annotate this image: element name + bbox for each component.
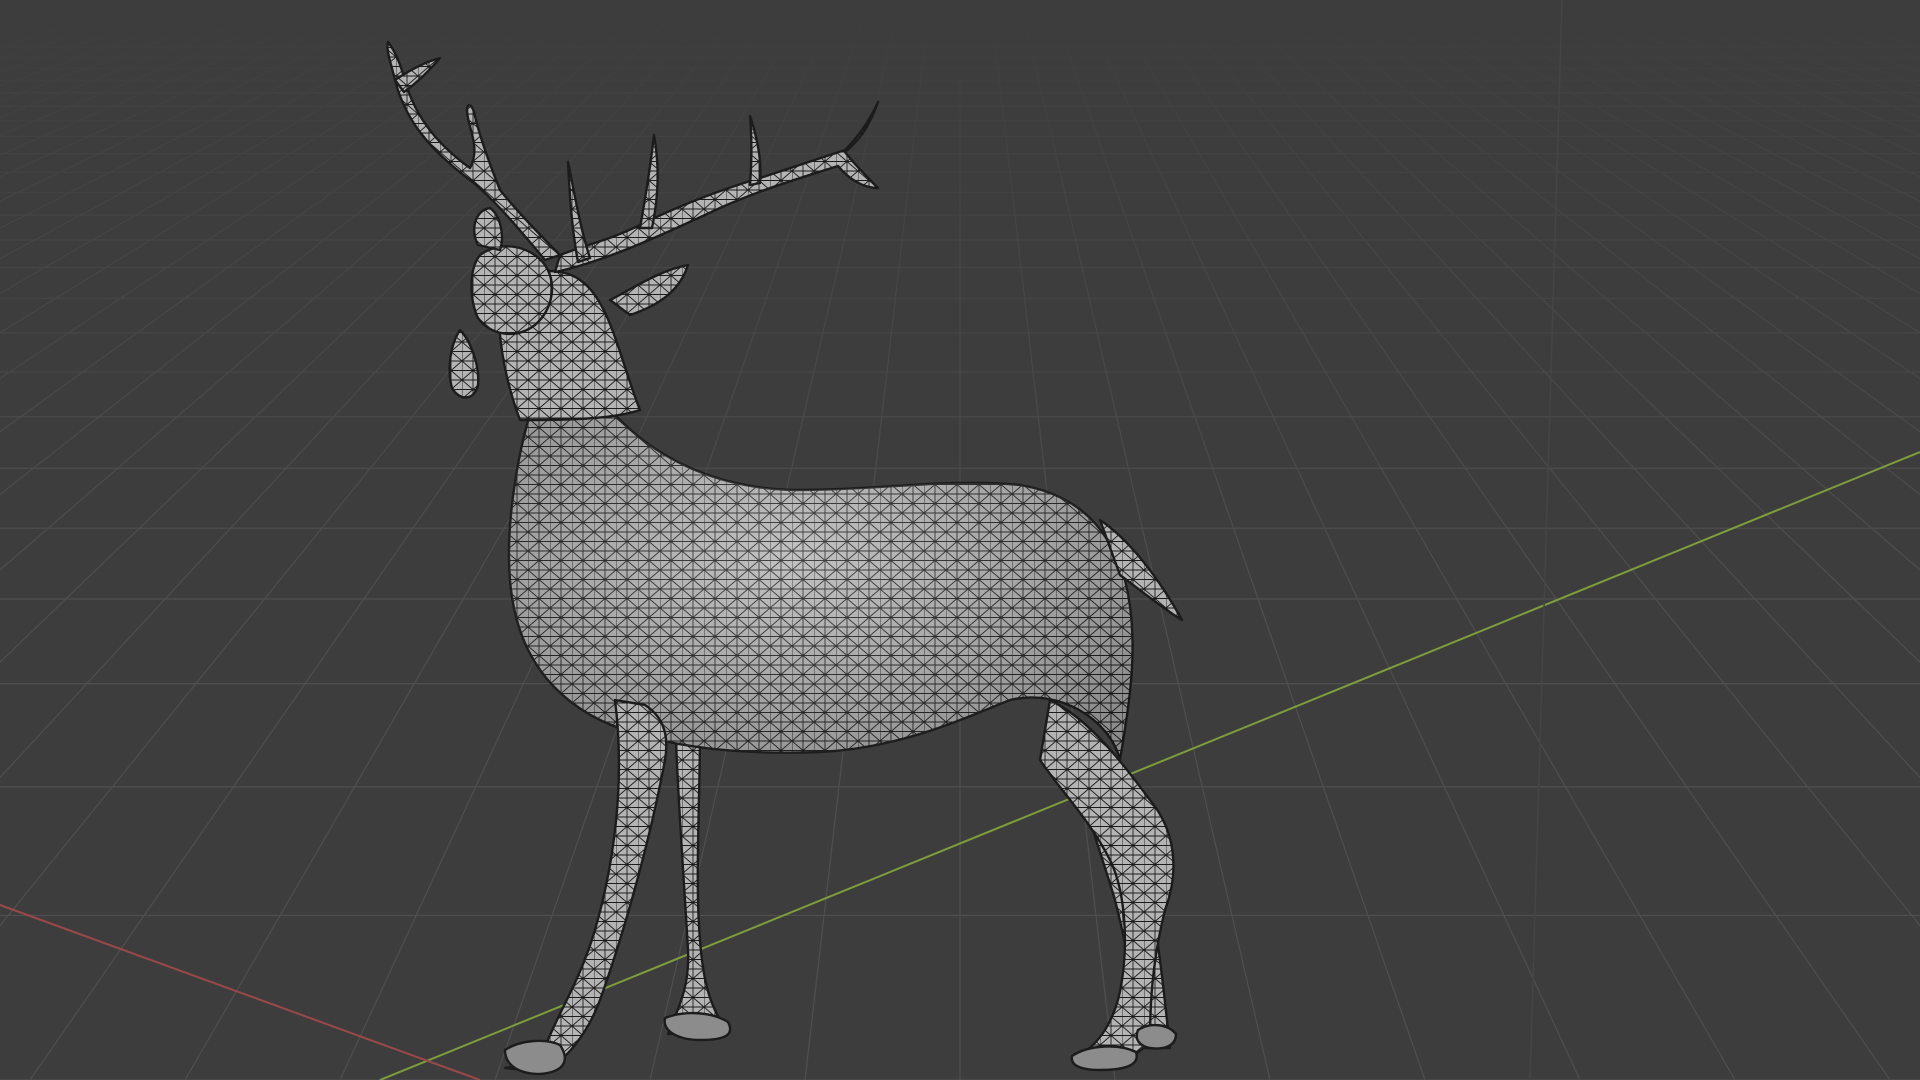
- deer-head: [470, 245, 554, 336]
- 3d-viewport[interactable]: [0, 0, 1920, 1080]
- deer-near-hind-hoof: [1070, 1045, 1138, 1072]
- deer-far-hind-hoof: [1135, 1023, 1178, 1050]
